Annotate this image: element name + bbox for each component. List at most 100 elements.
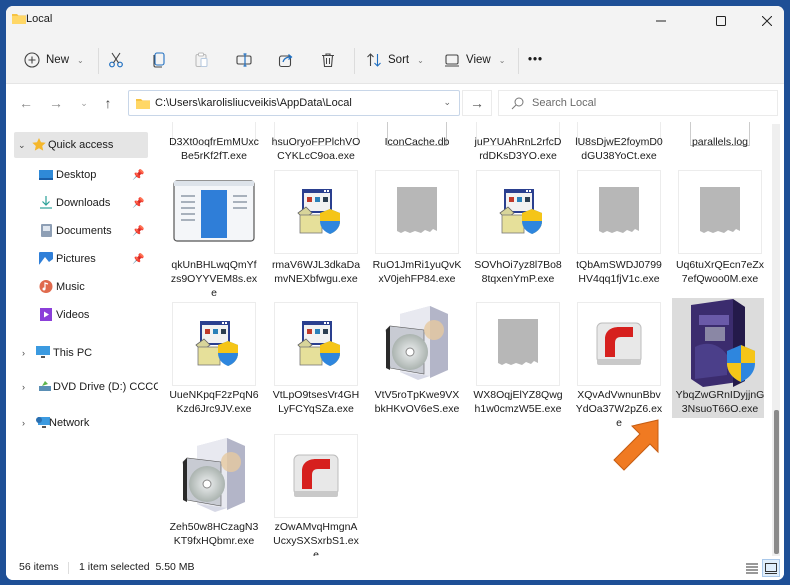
pin-icon[interactable]: 📌 [132,254,144,265]
file-name: WX8OqjElYZ8Qwgh1w0cmzW5E.exe [473,389,563,415]
file-tile[interactable]: Uq6tuXrQEcn7eZx7efQwoo0M.exe [672,166,764,288]
minimize-button[interactable] [638,6,684,36]
app-window-file-icon [173,179,255,245]
sidebar-item-network[interactable]: › Network [6,410,146,436]
address-bar[interactable]: C:\Users\karolisliucveikis\AppData\Local… [128,90,460,116]
forward-button[interactable]: → [48,95,64,111]
maximize-button[interactable] [698,6,744,36]
close-button[interactable] [744,6,784,36]
sidebar-item-downloads[interactable]: Downloads 📌 [6,190,146,216]
file-tile[interactable]: tQbAmSWDJ0799HV4qq1fjV1c.exe [571,166,667,288]
delete-icon [322,53,334,68]
sidebar-item-dvd-drive[interactable]: › DVD Drive (D:) CCCC [6,374,161,400]
sidebar-item-quick-access[interactable]: ⌄ Quick access [14,132,148,158]
file-view: D3Xt0oqfrEmMUxcBe5rKf2fT.exe hsuOryoFPPlc… [158,122,764,556]
file-name: SOVhOi7yz8l7Bo88tqxenYmP.exe [474,259,562,285]
videos-icon [40,308,52,321]
file-tile[interactable]: juPYUAhRnL2rfcDrdDKsD3YO.exe [470,122,566,165]
chevron-down-icon[interactable]: ⌄ [18,140,26,151]
arrow-right-icon: → [470,95,484,111]
documents-icon [41,224,52,237]
file-name: qkUnBHLwqQmYfzs9OYYVEM8s.exe [170,259,258,299]
file-tile[interactable]: rmaV6WJL3dkaDamvNEXbfwgu.exe [268,166,364,288]
paste-button[interactable] [194,46,210,74]
chevron-right-icon[interactable]: › [22,382,25,392]
copy-button[interactable] [151,46,167,74]
new-button[interactable]: New ⌄ [24,46,84,74]
rename-button[interactable] [236,46,252,74]
file-tile[interactable]: D3Xt0oqfrEmMUxcBe5rKf2fT.exe [166,122,262,165]
file-tile[interactable]: WX8OqjElYZ8Qwgh1w0cmzW5E.exe [470,298,566,418]
sort-icon [367,53,381,67]
divider [98,48,99,74]
close-icon [762,16,772,26]
file-tile[interactable]: Zeh50w8HCzagN3KT9fxHQbmr.exe [166,430,262,550]
maximize-icon [716,16,726,26]
chevron-right-icon[interactable]: › [22,348,25,358]
large-icons-view-button[interactable] [762,559,780,577]
arrow-right-icon: → [49,95,63,111]
file-tile[interactable]: VtLpO9tsesVr4GHLyFCYqSZa.exe [268,298,364,418]
search-input[interactable]: Search Local [498,90,778,116]
sidebar-label: Quick access [48,139,114,151]
chevron-down-icon: ⌄ [80,97,88,108]
pin-icon[interactable]: 📌 [132,170,144,181]
share-button[interactable] [278,46,294,74]
desktop-icon [39,170,53,180]
purple-box-file-icon [677,297,763,392]
file-name: hsuOryoFPPlchVOCYKLcC9oa.exe [271,136,361,162]
file-thumbnail [274,302,358,386]
file-tile[interactable]: qkUnBHLwqQmYfzs9OYYVEM8s.exe [166,166,262,299]
sidebar-label: Music [56,281,85,293]
file-tile[interactable]: parallels.log [672,122,764,165]
gray-file-icon [492,315,544,374]
file-explorer-window: Local New ⌄ Sort ⌄ View ⌄ ••• ← → ⌄ ↑ C:… [6,6,784,580]
sidebar-item-pictures[interactable]: Pictures 📌 [6,246,146,272]
sidebar-item-music[interactable]: Music [6,274,146,300]
sidebar-item-this-pc[interactable]: › This PC [6,340,146,366]
more-options-button[interactable]: ••• [528,46,543,74]
cut-button[interactable] [108,46,124,74]
file-tile[interactable]: RuO1JmRi1yuQvKxV0jehFP84.exe [369,166,465,288]
sidebar-label: Downloads [56,197,111,209]
copy-icon [153,52,165,68]
divider [354,48,355,74]
sidebar-item-videos[interactable]: Videos [6,302,146,328]
scrollbar-thumb[interactable] [774,410,779,554]
file-tile[interactable]: lU8sDjwE2foymD0dGU38YoCt.exe [571,122,667,165]
file-tile[interactable]: YbqZwGRnIDyjjnG3NsuoT66O.exe [672,298,764,418]
file-tile[interactable]: XQvAdVwnunBbvYdOa37W2pZ6.exe [571,298,667,429]
file-tile[interactable]: UueNKpqF2zPqN6Kzd6Jrc9JV.exe [166,298,262,418]
chevron-down-icon[interactable]: ⌄ [443,97,451,108]
red-arc-file-icon [591,317,647,372]
file-name: Uq6tuXrQEcn7eZx7efQwoo0M.exe [675,259,764,285]
sidebar-label: Desktop [56,169,97,181]
file-thumbnail [375,302,459,386]
up-button[interactable]: ↑ [100,95,116,111]
gray-file-icon [391,183,443,242]
file-tile[interactable]: VtV5roTpKwe9VXbkHKvOV6eS.exe [369,298,465,418]
sidebar-label: Pictures [56,253,96,265]
sort-button[interactable]: Sort ⌄ [366,46,424,74]
chevron-right-icon[interactable]: › [22,418,25,428]
music-icon [39,280,53,293]
file-name: IconCache.db [384,136,450,148]
pin-icon[interactable]: 📌 [132,198,144,209]
recent-locations-button[interactable]: ⌄ [76,95,92,111]
file-tile[interactable]: hsuOryoFPPlchVOCYKLcC9oa.exe [268,122,364,165]
delete-button[interactable] [320,46,336,74]
file-name: tQbAmSWDJ0799HV4qq1fjV1c.exe [576,259,662,285]
address-path: C:\Users\karolisliucveikis\AppData\Local [155,97,352,109]
file-tile[interactable]: IconCache.db [369,122,465,165]
search-placeholder: Search Local [532,97,597,109]
sidebar-item-desktop[interactable]: Desktop 📌 [6,162,146,188]
sidebar-item-documents[interactable]: Documents 📌 [6,218,146,244]
file-tile[interactable]: zOwAMvqHmgnAUcxySXSxrbS1.exe [268,430,364,556]
refresh-go-button[interactable]: → [462,90,492,116]
installer-file-icon [490,183,546,242]
pin-icon[interactable]: 📌 [132,226,144,237]
file-tile[interactable]: SOVhOi7yz8l7Bo88tqxenYmP.exe [470,166,566,288]
view-button[interactable]: View ⌄ [444,46,505,74]
back-button[interactable]: ← [18,95,34,111]
details-view-button[interactable] [743,559,761,577]
